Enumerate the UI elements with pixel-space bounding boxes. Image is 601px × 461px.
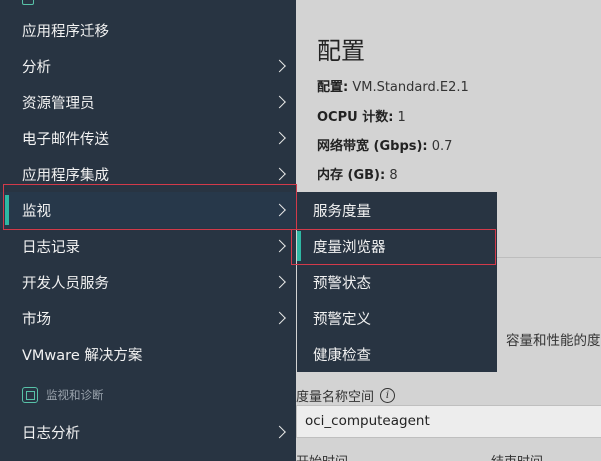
nav-section-header-cut [22, 0, 34, 5]
submenu-item-label: 预警定义 [313, 311, 371, 328]
chevron-right-icon [273, 311, 286, 325]
config-heading: 配置 [317, 37, 365, 65]
nav-item-email-delivery[interactable]: 电子邮件传送 [0, 120, 296, 156]
section-icon [22, 0, 34, 5]
bandwidth-label: 网络带宽 (Gbps): [317, 139, 428, 154]
nav-item-app-migration[interactable]: 应用程序迁移 [0, 12, 296, 48]
section-label: 监视和诊断 [46, 388, 104, 402]
bandwidth-value: 0.7 [431, 139, 453, 154]
chip-icon [22, 387, 38, 403]
memory-row: 内存 (GB): 8 [317, 164, 398, 183]
submenu-item-alarm-definitions[interactable]: 预警定义 [297, 300, 497, 336]
nav-item-logging[interactable]: 日志记录 [0, 228, 296, 264]
ocpu-value: 1 [397, 110, 406, 125]
nav-item-label: 分析 [22, 59, 51, 76]
chevron-right-icon [273, 167, 286, 181]
nav-item-label: 资源管理员 [22, 95, 95, 112]
chevron-right-icon [273, 59, 286, 73]
divider [496, 257, 601, 258]
nav-item-resource-manager[interactable]: 资源管理员 [0, 84, 296, 120]
chevron-right-icon [273, 239, 286, 253]
monitoring-submenu: 服务度量 度量浏览器 预警状态 预警定义 健康检查 [297, 192, 497, 372]
nav-item-log-analytics[interactable]: 日志分析 [0, 414, 296, 450]
bandwidth-row: 网络带宽 (Gbps): 0.7 [317, 135, 452, 154]
nav-item-label: 日志分析 [22, 425, 80, 442]
submenu-item-alarm-status[interactable]: 预警状态 [297, 264, 497, 300]
nav-item-app-integration[interactable]: 应用程序集成 [0, 156, 296, 192]
nav-item-label: VMware 解决方案 [22, 347, 143, 364]
info-icon[interactable]: i [380, 388, 396, 403]
nav-item-vmware-solution[interactable]: VMware 解决方案 [0, 336, 296, 372]
nav-section-monitoring-diagnostics: 监视和诊断 [22, 387, 104, 403]
active-indicator [297, 231, 301, 261]
submenu-item-metrics-explorer[interactable]: 度量浏览器 [297, 228, 497, 264]
navigation-menu: 应用程序迁移 分析 资源管理员 电子邮件传送 应用程序集成 监视 日志记录 开发… [0, 0, 296, 461]
nav-item-marketplace[interactable]: 市场 [0, 300, 296, 336]
chevron-right-icon [273, 131, 286, 145]
chevron-right-icon [273, 203, 286, 217]
submenu-item-label: 度量浏览器 [313, 239, 386, 256]
submenu-item-service-metrics[interactable]: 服务度量 [297, 192, 497, 228]
ocpu-label: OCPU 计数: [317, 110, 394, 125]
shape-row: 配置: VM.Standard.E2.1 [317, 76, 469, 95]
namespace-select[interactable]: oci_computeagent [296, 405, 601, 438]
start-time-label: 开始时间 [296, 451, 348, 461]
nav-item-label: 开发人员服务 [22, 275, 109, 292]
namespace-label-row: 度量名称空间 i [296, 386, 396, 405]
nav-item-label: 电子邮件传送 [22, 131, 109, 148]
submenu-item-label: 健康检查 [313, 347, 371, 364]
nav-item-label: 应用程序集成 [22, 167, 109, 184]
ocpu-row: OCPU 计数: 1 [317, 106, 406, 125]
metrics-description: 容量和性能的度 [506, 333, 601, 349]
submenu-item-label: 服务度量 [313, 203, 371, 220]
shape-value: VM.Standard.E2.1 [352, 80, 469, 95]
nav-item-monitoring[interactable]: 监视 [0, 192, 296, 228]
chevron-right-icon [273, 275, 286, 289]
nav-item-label: 监视 [22, 203, 51, 220]
memory-label: 内存 (GB): [317, 168, 386, 183]
nav-item-label: 日志记录 [22, 239, 80, 256]
memory-value: 8 [389, 168, 398, 183]
nav-item-label: 市场 [22, 311, 51, 328]
nav-item-developer-services[interactable]: 开发人员服务 [0, 264, 296, 300]
shape-label: 配置: [317, 80, 349, 95]
chevron-right-icon [273, 425, 286, 439]
chevron-right-icon [273, 95, 286, 109]
nav-item-analytics[interactable]: 分析 [0, 48, 296, 84]
active-indicator [5, 195, 9, 225]
submenu-item-label: 预警状态 [313, 275, 371, 292]
nav-item-label: 应用程序迁移 [22, 23, 109, 40]
end-time-label: 结束时间 [491, 451, 543, 461]
namespace-label: 度量名称空间 [296, 390, 375, 405]
submenu-item-health-checks[interactable]: 健康检查 [297, 336, 497, 372]
